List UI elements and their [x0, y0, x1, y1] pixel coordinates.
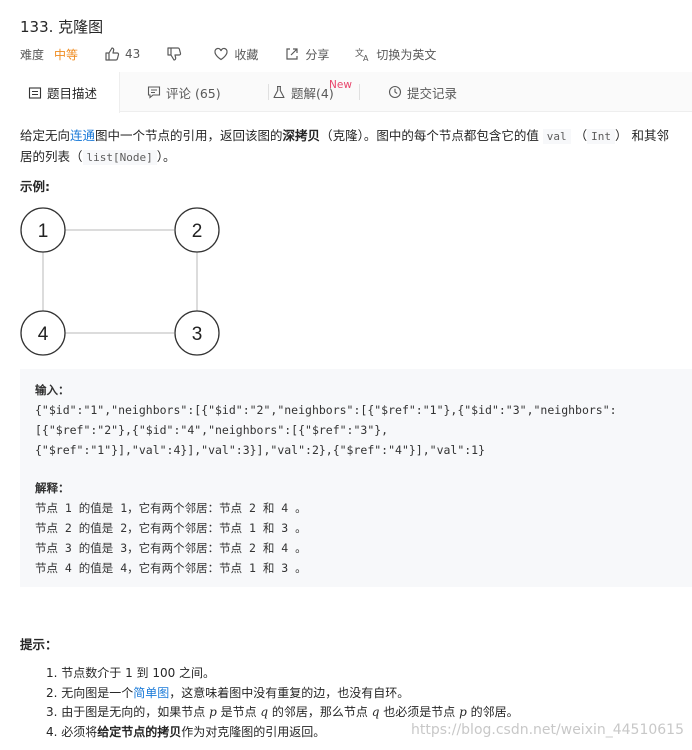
problem-title: 133. 克隆图: [20, 18, 104, 36]
tip-text: 也必须是节点: [379, 705, 460, 719]
description-text: 居的列表（: [20, 149, 83, 164]
like-button[interactable]: 43: [104, 46, 140, 62]
watermark: https://blog.csdn.net/weixin_44510615: [410, 722, 684, 738]
language-switch-button[interactable]: 文A 切换为英文: [355, 46, 436, 63]
share-button[interactable]: 分享: [284, 46, 329, 63]
share-icon: [284, 46, 300, 62]
var-p: p: [209, 705, 217, 719]
tab-description[interactable]: 题目描述: [0, 72, 120, 113]
like-count: 43: [125, 47, 141, 61]
problem-description: 给定无向连通图中一个节点的引用，返回该图的深拷贝（克隆）。图中的每个节点都包含它…: [20, 126, 692, 168]
svg-text:A: A: [363, 54, 369, 62]
description-icon: [28, 86, 42, 100]
var-p: p: [459, 705, 467, 719]
input-line: {"$ref":"1"}],"val":4}],"val":3}],"val":…: [35, 443, 486, 457]
graph-node-label-1: 1: [38, 221, 49, 242]
simple-graph-link[interactable]: 简单图: [133, 686, 169, 700]
description-text: ） 和其邻: [615, 128, 670, 143]
var-q: q: [260, 705, 269, 719]
tip-text: 作为对克隆图的引用返回。: [181, 724, 326, 739]
graph-node-label-2: 2: [192, 221, 203, 242]
tip-text: 2. 无向图是一个: [46, 685, 134, 700]
share-label: 分享: [305, 47, 330, 62]
input-line: [{"$ref":"2"},{"$id":"4","neighbors":[{"…: [35, 423, 389, 437]
tip-text: 的邻居。: [466, 705, 519, 719]
tab-comments[interactable]: 评论 (65): [147, 72, 269, 112]
graph-node-label-4: 4: [38, 324, 49, 345]
flask-icon: [272, 85, 286, 99]
example-heading: 示例:: [20, 179, 50, 194]
new-badge: New: [329, 79, 352, 91]
code-int: Int: [587, 129, 616, 144]
description-text: （克隆）。图中的每个节点都包含它的值: [320, 128, 543, 143]
description-text: （: [570, 128, 588, 143]
tab-solutions-label: 题解(4): [291, 85, 334, 101]
favorite-button[interactable]: 收藏: [213, 46, 258, 63]
difficulty-label: 难度: [20, 47, 45, 62]
explain-label: 解释：: [35, 481, 70, 495]
explain-line: 节点 3 的值是 3，它有两个邻居：节点 2 和 4 。: [35, 541, 307, 555]
thumbs-up-icon: [104, 46, 120, 62]
thumbs-down-icon: [166, 46, 182, 62]
explain-line: 节点 2 的值是 2，它有两个邻居：节点 1 和 3 。: [35, 521, 307, 535]
tip-text: 的邻居，那么节点: [268, 705, 372, 719]
tab-bar: 题目描述 评论 (65) 题解(4) New 提交记录: [0, 72, 692, 113]
language-switch-label: 切换为英文: [376, 47, 437, 62]
tip-text: 4. 必须将: [46, 724, 98, 739]
difficulty-value: 中等: [54, 47, 79, 62]
dislike-button[interactable]: [166, 46, 187, 62]
tab-submissions[interactable]: 提交记录: [388, 72, 478, 112]
explain-line: 节点 4 的值是 4，它有两个邻居：节点 1 和 3 。: [35, 561, 307, 575]
tab-separator: [359, 84, 360, 100]
tab-submissions-label: 提交记录: [407, 85, 458, 101]
example-code-block: 输入： {"$id":"1","neighbors":[{"$id":"2","…: [20, 369, 692, 587]
tip-text: ，这意味着图中没有重复的边，也没有自环。: [169, 685, 410, 700]
description-text: ）。: [156, 149, 176, 164]
tips-heading: 提示：: [20, 637, 58, 652]
tip-item: 3. 由于图是无向的，如果节点 p 是节点 q 的邻居，那么节点 q 也必须是节…: [46, 703, 519, 723]
tip-item: 2. 无向图是一个简单图，这意味着图中没有重复的边，也没有自环。: [46, 684, 519, 704]
tip-text: 3. 由于图是无向的，如果节点: [46, 705, 210, 719]
description-line-2: 居的列表（ list[Node]）。: [20, 147, 692, 168]
code-val: val: [542, 129, 571, 144]
comment-icon: [147, 85, 161, 99]
connected-link[interactable]: 连通: [70, 128, 95, 143]
problem-header: 133. 克隆图 难度 中等 43 收藏 分享 文 A 切换为英文: [0, 0, 692, 72]
deep-copy-term: 深拷贝: [282, 128, 321, 143]
tab-solutions[interactable]: 题解(4): [272, 72, 360, 112]
translate-icon: 文A: [355, 46, 371, 62]
code-list-node: list[Node]: [82, 150, 157, 165]
tab-description-label: 题目描述: [47, 86, 98, 101]
tip-text: 是节点: [216, 705, 261, 719]
description-line-1: 给定无向连通图中一个节点的引用，返回该图的深拷贝（克隆）。图中的每个节点都包含它…: [20, 126, 692, 147]
clock-icon: [388, 85, 402, 99]
description-text: 图中一个节点的引用，返回该图的: [95, 128, 283, 143]
favorite-label: 收藏: [234, 47, 259, 62]
tab-comments-label: 评论 (65): [166, 85, 221, 101]
input-line: {"$id":"1","neighbors":[{"$id":"2","neig…: [35, 403, 617, 417]
heart-icon: [213, 46, 229, 62]
problem-meta-bar: 难度 中等 43 收藏 分享 文A 切换为英文: [20, 45, 462, 63]
explain-line: 节点 1 的值是 1，它有两个邻居：节点 2 和 4 。: [35, 501, 307, 515]
description-text: 给定无向: [20, 128, 71, 143]
tip-bold: 给定节点的拷贝: [97, 724, 182, 739]
graph-node-label-3: 3: [192, 324, 203, 345]
input-label: 输入：: [35, 383, 70, 397]
tip-item: 1. 节点数介于 1 到 100 之间。: [46, 666, 216, 680]
tab-separator: [268, 84, 269, 100]
example-graph-figure: 1 2 3 4: [20, 207, 220, 356]
